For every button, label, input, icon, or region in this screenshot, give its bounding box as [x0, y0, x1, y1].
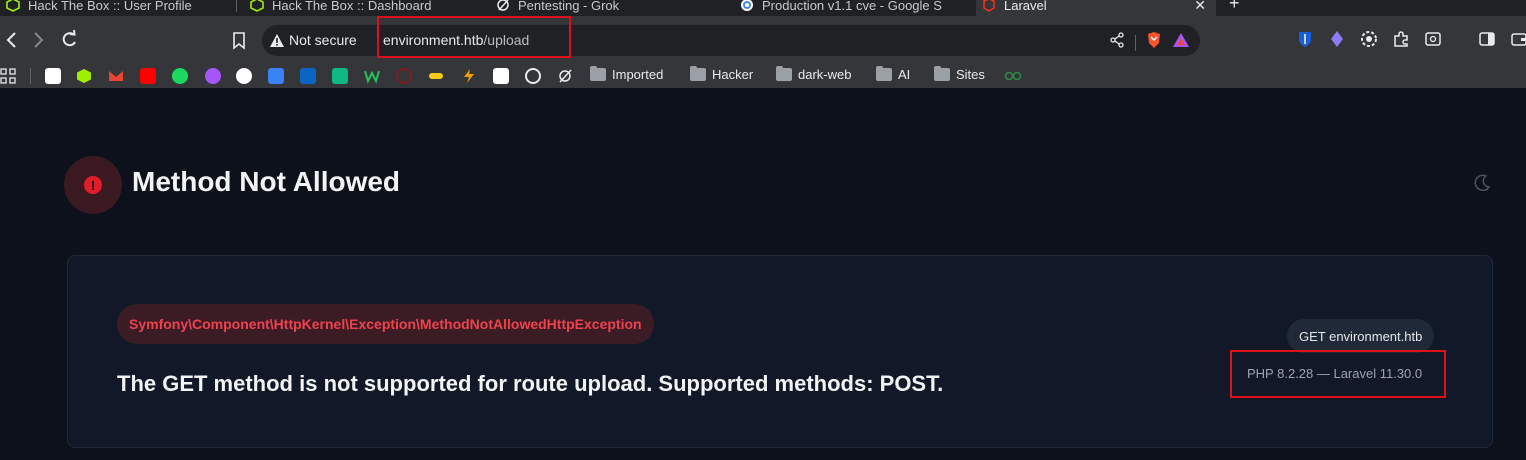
error-message: The GET method is not supported for rout…: [117, 371, 944, 396]
share-icon[interactable]: [1109, 32, 1125, 53]
hackthebox-icon: [6, 0, 20, 12]
bookmark-blue-icon[interactable]: [268, 68, 284, 84]
wallet-icon[interactable]: [1510, 30, 1526, 48]
cube-icon[interactable]: [76, 68, 92, 84]
page-content: ! Method Not Allowed Symfony\Component\H…: [0, 88, 1526, 460]
sidebar-icon[interactable]: [1478, 30, 1496, 48]
folder-label: Hacker: [712, 67, 754, 82]
spotify-icon[interactable]: [172, 68, 188, 84]
extension-crystal-icon[interactable]: [1328, 30, 1346, 48]
tab-strip: Hack The Box :: User Profile Hack The Bo…: [0, 0, 1526, 16]
folder-label: AI: [898, 67, 911, 82]
reload-icon[interactable]: [60, 26, 78, 54]
app-badge-icon[interactable]: [205, 68, 221, 84]
lightning-icon[interactable]: [461, 68, 477, 84]
bookmark-folder-ai[interactable]: AI: [876, 66, 911, 82]
warning-icon: [270, 33, 284, 47]
exclamation-icon: !: [84, 176, 102, 194]
youtube-icon[interactable]: [140, 68, 156, 84]
url-text[interactable]: environment.htb/upload: [383, 32, 529, 48]
bitwarden-icon[interactable]: [1296, 30, 1314, 48]
tab-title: Laravel: [1004, 0, 1047, 13]
brave-shields-icon[interactable]: [1146, 31, 1162, 54]
folder-label: Imported: [612, 67, 664, 82]
request-badge: GET environment.htb: [1287, 319, 1435, 353]
h-icon[interactable]: [493, 68, 509, 84]
grok-bookmark-icon[interactable]: [557, 68, 573, 84]
url-host: environment.htb: [383, 32, 484, 48]
toggle-icon[interactable]: [428, 68, 444, 84]
bookmark-page-icon[interactable]: [232, 26, 246, 54]
page-title: Method Not Allowed: [132, 166, 401, 197]
chat-icon[interactable]: [332, 68, 348, 84]
tab-grok[interactable]: Pentesting - Grok: [490, 0, 720, 16]
tab-htb-dashboard[interactable]: Hack The Box :: Dashboard: [244, 0, 474, 16]
linkedin-icon[interactable]: [300, 68, 316, 84]
version-info: PHP 8.2.28 — Laravel 11.30.0: [1247, 366, 1423, 381]
bookmark-folder-sites[interactable]: Sites: [934, 66, 985, 82]
openai-icon[interactable]: [525, 68, 541, 84]
tab-title: Hack The Box :: User Profile: [28, 0, 192, 13]
apps-grid-icon[interactable]: [0, 68, 16, 84]
folder-label: Sites: [956, 67, 985, 82]
url-path: /upload: [483, 32, 530, 48]
red-circle-icon[interactable]: [396, 68, 412, 84]
bookmark-folder-imported[interactable]: Imported: [590, 66, 664, 82]
w-icon[interactable]: [364, 68, 380, 84]
new-tab-icon[interactable]: +: [1229, 0, 1240, 14]
tab-laravel[interactable]: Laravel ✕: [976, 0, 1216, 16]
tab-htb-profile[interactable]: Hack The Box :: User Profile: [0, 0, 230, 16]
close-tab-icon[interactable]: ✕: [1194, 0, 1206, 14]
extensions-puzzle-icon[interactable]: [1392, 30, 1410, 48]
gmail-icon[interactable]: [108, 68, 124, 84]
security-indicator[interactable]: Not secure: [270, 32, 357, 48]
folder-icon: [776, 66, 792, 81]
forward-icon[interactable]: [32, 26, 46, 54]
reader-mode-icon[interactable]: [1424, 30, 1442, 48]
extension-gear-icon[interactable]: [1360, 30, 1378, 48]
folder-icon: [934, 66, 950, 81]
back-icon[interactable]: [4, 26, 18, 54]
notion-icon[interactable]: [45, 68, 61, 84]
security-label: Not secure: [289, 32, 357, 48]
folder-icon: [690, 66, 706, 81]
exception-class-badge: Symfony\Component\HttpKernel\Exception\M…: [117, 304, 654, 344]
tab-title: Pentesting - Grok: [518, 0, 620, 13]
bookmark-folder-dark-web[interactable]: dark-web: [776, 66, 852, 82]
tab-title: Hack The Box :: Dashboard: [272, 0, 432, 13]
laravel-icon: [982, 0, 996, 12]
bookmarks-bar: Imported Hacker dark-web AI Sites: [0, 64, 1526, 88]
exception-card: Symfony\Component\HttpKernel\Exception\M…: [67, 255, 1493, 448]
github-icon[interactable]: [236, 68, 252, 84]
geeksforgeeks-icon[interactable]: [1004, 68, 1022, 84]
moon-icon[interactable]: [1472, 173, 1492, 198]
browser-toolbar: Not secure environment.htb/upload: [0, 16, 1526, 64]
grok-icon: [496, 0, 510, 12]
tab-google-search[interactable]: Production v1.1 cve - Google S: [734, 0, 966, 16]
folder-icon: [876, 66, 892, 81]
error-badge: !: [64, 156, 122, 214]
address-bar[interactable]: Not secure environment.htb/upload: [262, 16, 1200, 58]
folder-label: dark-web: [798, 67, 852, 82]
google-icon: [740, 0, 754, 12]
hackthebox-icon: [250, 0, 264, 12]
folder-icon: [590, 66, 606, 81]
bookmark-folder-hacker[interactable]: Hacker: [690, 66, 754, 82]
tab-title: Production v1.1 cve - Google S: [762, 0, 942, 13]
brave-rewards-icon[interactable]: [1172, 32, 1190, 53]
